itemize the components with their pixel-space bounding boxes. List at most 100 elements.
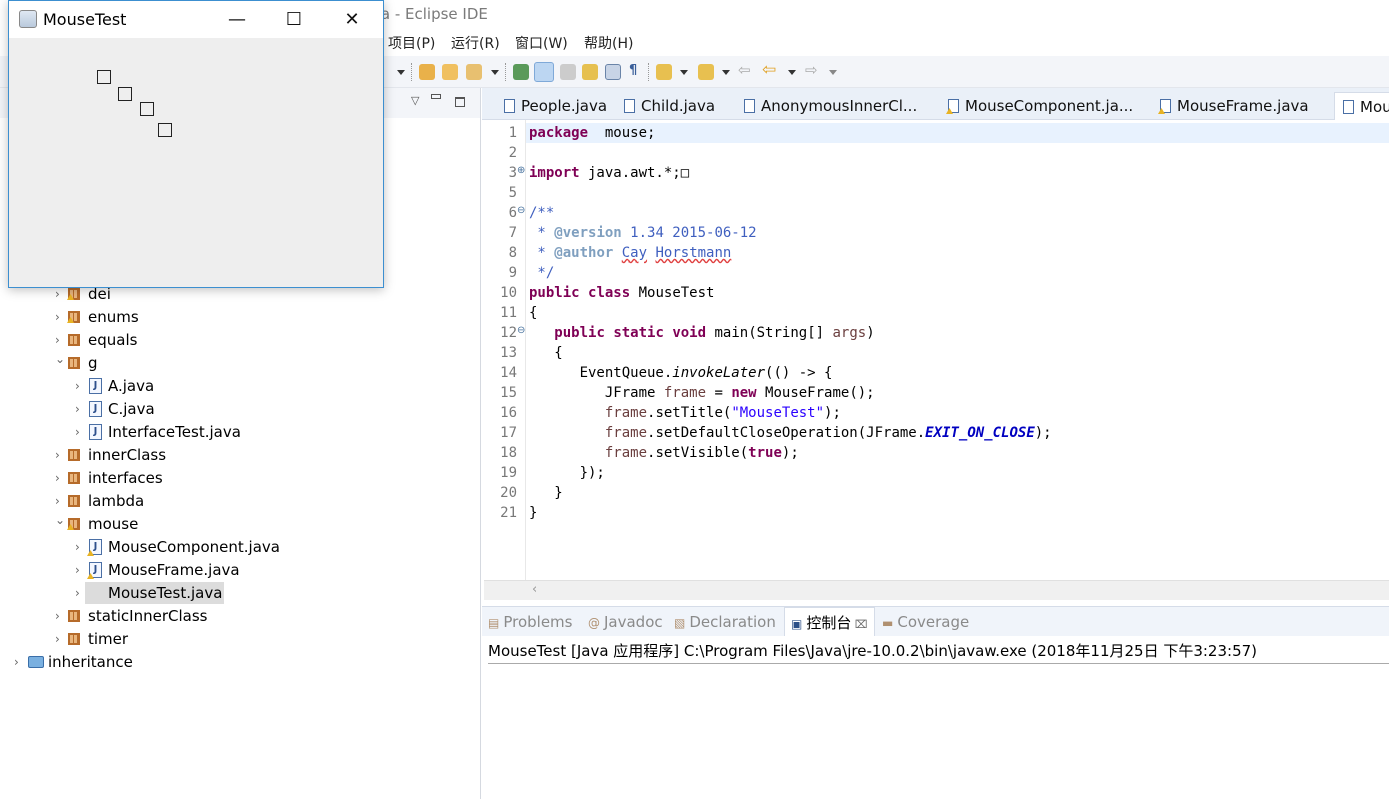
minimize-button[interactable]: —: [208, 1, 266, 38]
code-line: package mouse;: [529, 123, 655, 143]
horizontal-scrollbar[interactable]: ‹: [484, 580, 1389, 600]
chevron-right-icon[interactable]: ›: [75, 421, 80, 443]
chevron-right-icon[interactable]: ›: [55, 628, 60, 650]
tree-item[interactable]: › equals: [0, 329, 480, 351]
open-type-icon[interactable]: [419, 64, 435, 80]
chevron-right-icon[interactable]: ›: [55, 605, 60, 627]
pilcrow-icon[interactable]: ¶: [629, 63, 637, 78]
line-number: 10: [500, 285, 517, 301]
chevron-right-icon[interactable]: ›: [75, 375, 80, 397]
line-number: 13: [500, 345, 517, 361]
square-shape[interactable]: [140, 102, 154, 116]
editor-tab[interactable]: People.java: [504, 92, 607, 120]
line-number: 8: [508, 245, 517, 261]
editor-tab[interactable]: MouseFrame.java: [1158, 92, 1309, 120]
square-shape[interactable]: [158, 123, 172, 137]
menu-project[interactable]: 项目(P): [388, 33, 435, 53]
tree-item[interactable]: › J InterfaceTest.java: [0, 421, 480, 443]
dropdown-icon[interactable]: [680, 70, 688, 75]
mousetest-window[interactable]: MouseTest — ☐ ✕: [8, 0, 384, 288]
dropdown-icon[interactable]: [397, 70, 405, 75]
package-icon: [68, 357, 80, 369]
maximize-icon[interactable]: [455, 97, 465, 107]
annotation-icon[interactable]: [513, 64, 529, 80]
code-editor[interactable]: 1 2 3 ⊕ 5 6 ⊖ 7 8 9 10 11 12 ⊖ 13 14 15 16 17 18 19 20 21 pack…: [484, 120, 1389, 600]
chevron-right-icon[interactable]: ›: [55, 444, 60, 466]
tree-item[interactable]: › innerClass: [0, 444, 480, 466]
dropdown-icon[interactable]: [829, 70, 837, 75]
editor-tab[interactable]: Mou: [1334, 92, 1389, 120]
minimize-icon[interactable]: [431, 94, 441, 99]
line-number: 12: [500, 325, 517, 341]
open-folder-icon[interactable]: [442, 64, 458, 80]
package-icon: [68, 610, 80, 622]
editor-tab[interactable]: MouseComponent.ja...: [946, 92, 1133, 120]
square-shape[interactable]: [118, 87, 132, 101]
code-token: EXIT_ON_CLOSE: [925, 425, 1035, 441]
code-token: .setVisible(: [647, 445, 749, 461]
bottom-tab-Problems[interactable]: ▤ Problems: [488, 613, 572, 631]
bottom-tab-Javadoc[interactable]: @ Javadoc: [588, 613, 663, 631]
expand-fold-icon[interactable]: ⊕: [517, 165, 525, 176]
tree-item[interactable]: › J A.java: [0, 375, 480, 397]
bottom-tab-Coverage[interactable]: ▬ Coverage: [882, 613, 969, 631]
tree-item[interactable]: › staticInnerClass: [0, 605, 480, 627]
editor-tab[interactable]: AnonymousInnerCl...: [744, 92, 917, 120]
menu-help[interactable]: 帮助(H): [584, 33, 633, 53]
code-token: ): [866, 325, 875, 341]
tree-item[interactable]: › lambda: [0, 490, 480, 512]
tree-item[interactable]: › J MouseComponent.java: [0, 536, 480, 558]
bottom-tab-Declaration[interactable]: ▧ Declaration: [674, 613, 776, 631]
last-edit-icon[interactable]: ⇦: [738, 61, 751, 79]
tree-item[interactable]: › J C.java: [0, 398, 480, 420]
collapse-fold-icon[interactable]: ⊖: [517, 325, 525, 336]
editor-tab[interactable]: Child.java: [624, 92, 715, 120]
menu-run[interactable]: 运行(R): [451, 33, 500, 53]
code-line: frame.setTitle("MouseTest");: [529, 403, 841, 423]
collapse-fold-icon[interactable]: ⊖: [517, 205, 525, 216]
close-tab-icon[interactable]: ⌧: [851, 618, 868, 631]
prev-annotation-icon[interactable]: [698, 64, 714, 80]
view-menu-icon[interactable]: ▽: [411, 94, 419, 107]
dropdown-icon[interactable]: [491, 70, 499, 75]
menu-window[interactable]: 窗口(W): [515, 33, 568, 53]
chevron-down-icon[interactable]: ⌄: [55, 348, 65, 370]
tree-item[interactable]: › timer: [0, 628, 480, 650]
chevron-down-icon[interactable]: ⌄: [55, 509, 65, 531]
code-token: );: [824, 405, 841, 421]
chevron-right-icon[interactable]: ›: [55, 467, 60, 489]
tree-item[interactable]: › enums: [0, 306, 480, 328]
next-annotation-icon[interactable]: [656, 64, 672, 80]
chevron-right-icon[interactable]: ›: [75, 559, 80, 581]
back-icon[interactable]: ⇦: [762, 60, 776, 80]
block-selection-icon[interactable]: [560, 64, 576, 80]
code-token: *: [529, 225, 555, 241]
forward-icon[interactable]: ⇨: [805, 61, 818, 79]
show-source-icon[interactable]: [605, 64, 621, 80]
square-shape[interactable]: [97, 70, 111, 84]
coverage-icon: ▬: [882, 616, 894, 630]
dropdown-icon[interactable]: [788, 70, 796, 75]
close-button[interactable]: ✕: [323, 1, 381, 38]
tree-item[interactable]: ⌄ g: [0, 352, 480, 374]
show-whitespace-icon[interactable]: [582, 64, 598, 80]
chevron-right-icon[interactable]: ›: [14, 651, 19, 673]
dropdown-icon[interactable]: [722, 70, 730, 75]
tree-item[interactable]: ⌄ mouse: [0, 513, 480, 535]
tree-item[interactable]: › interfaces: [0, 467, 480, 489]
tree-item[interactable]: › inheritance: [0, 651, 480, 673]
tree-item[interactable]: ›JMouseTest.java: [0, 582, 480, 604]
code-token: (() -> {: [765, 365, 833, 381]
chevron-right-icon[interactable]: ›: [75, 536, 80, 558]
chevron-right-icon[interactable]: ›: [55, 306, 60, 328]
mark-occurrences-icon[interactable]: [534, 62, 554, 82]
code-token: }: [529, 485, 563, 501]
tree-item[interactable]: › J MouseFrame.java: [0, 559, 480, 581]
chevron-right-icon[interactable]: ›: [75, 398, 80, 420]
chevron-right-icon[interactable]: ›: [75, 582, 80, 604]
scroll-left-icon[interactable]: ‹: [532, 582, 537, 597]
search-icon[interactable]: [466, 64, 482, 80]
bottom-tab-控制台[interactable]: ▣ 控制台 ⌧: [784, 607, 875, 637]
mousetest-titlebar[interactable]: MouseTest — ☐ ✕: [9, 1, 383, 38]
maximize-button[interactable]: ☐: [265, 1, 323, 38]
